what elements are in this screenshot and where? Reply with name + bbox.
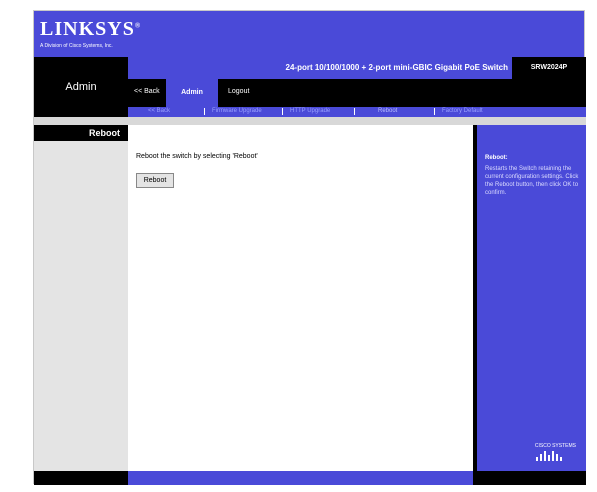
header-banner: LINKSYS® A Division of Cisco Systems, In… — [34, 11, 584, 57]
cisco-logo-text: CISCO SYSTEMS — [534, 443, 576, 449]
sidebar — [34, 141, 128, 471]
section-title: Admin — [65, 81, 97, 93]
linksys-logo: LINKSYS® — [40, 18, 142, 40]
nav-back-link[interactable]: << Back — [134, 88, 160, 95]
product-bar: 24-port 10/100/1000 + 2-port mini-GBIC G… — [128, 57, 586, 79]
divider-strip — [34, 117, 586, 125]
subnav-reboot-link[interactable]: Reboot — [378, 108, 397, 114]
cisco-logo: CISCO SYSTEMS — [535, 443, 576, 461]
help-panel: Reboot: Restarts the Switch retaining th… — [473, 125, 586, 471]
reboot-button[interactable]: Reboot — [136, 173, 174, 188]
sub-nav: << Back Firmware Upgrade HTTP Upgrade Re… — [128, 107, 586, 117]
instruction-text: Reboot the switch by selecting 'Reboot' — [136, 153, 258, 160]
subnav-http-upgrade-link[interactable]: HTTP Upgrade — [290, 108, 330, 114]
subnav-factory-default-link[interactable]: Factory Default — [442, 108, 483, 114]
sidebar-header: Reboot — [34, 125, 128, 141]
help-title: Reboot: — [485, 155, 508, 161]
model-number: SRW2024P — [512, 57, 586, 79]
cisco-bars-icon — [535, 451, 562, 461]
nav-tab-admin[interactable]: Admin — [166, 79, 218, 107]
subnav-separator — [282, 108, 283, 115]
help-text: Restarts the Switch retaining the curren… — [485, 166, 579, 196]
product-name: 24-port 10/100/1000 + 2-port mini-GBIC G… — [285, 63, 509, 72]
page-frame: LINKSYS® A Division of Cisco Systems, In… — [33, 10, 586, 485]
sidebar-title: Reboot — [89, 128, 120, 138]
subnav-separator — [204, 108, 205, 115]
main-nav: << Back Admin Logout — [128, 79, 586, 107]
main-content: Reboot the switch by selecting 'Reboot' … — [128, 125, 473, 471]
subnav-back-link[interactable]: << Back — [148, 108, 170, 114]
subnav-separator — [354, 108, 355, 115]
footer-blue-bar — [128, 471, 473, 485]
subnav-separator — [434, 108, 435, 115]
nav-logout-link[interactable]: Logout — [228, 88, 249, 95]
logo-subtitle: A Division of Cisco Systems, Inc. — [40, 43, 113, 49]
subnav-firmware-upgrade-link[interactable]: Firmware Upgrade — [212, 108, 262, 114]
